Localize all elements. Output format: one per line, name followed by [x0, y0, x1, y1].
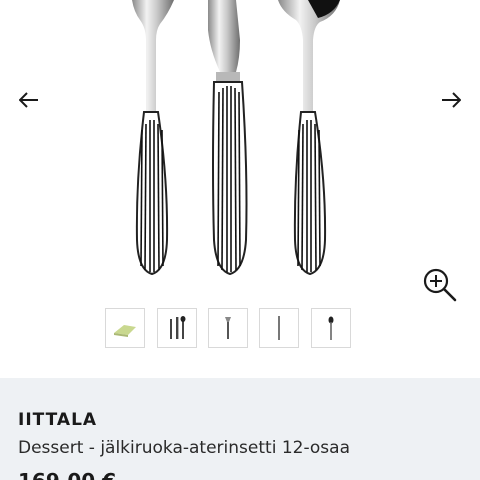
thumbnail-2[interactable] — [157, 308, 197, 348]
product-main-image — [0, 0, 480, 290]
thumbnail-5[interactable] — [311, 308, 351, 348]
fork-thumbnail-image — [225, 317, 231, 339]
cutlery-thumbnail-image — [170, 316, 186, 339]
thumbnail-3[interactable] — [208, 308, 248, 348]
knife-thumbnail-image — [278, 316, 280, 340]
thumbnail-4[interactable] — [259, 308, 299, 348]
product-title: Dessert - jälkiruoka-aterinsetti 12-osaa — [18, 438, 350, 458]
arrow-left-icon — [19, 92, 38, 108]
product-price: 169,00 € — [18, 469, 116, 480]
spoon-image — [278, 0, 340, 276]
knife-image — [208, 0, 248, 276]
zoom-in-icon — [423, 268, 457, 302]
napkin-thumbnail-image — [114, 325, 136, 337]
arrow-right-icon — [442, 92, 461, 108]
previous-image-button[interactable] — [15, 86, 43, 114]
next-image-button[interactable] — [437, 86, 465, 114]
thumbnail-strip — [0, 308, 480, 352]
product-brand[interactable]: IITTALA — [18, 410, 97, 430]
product-image-gallery — [0, 0, 480, 378]
zoom-button[interactable] — [421, 266, 459, 304]
thumbnail-1[interactable] — [105, 308, 145, 348]
spoon-thumbnail-image — [328, 316, 334, 340]
fork-image — [132, 0, 174, 276]
